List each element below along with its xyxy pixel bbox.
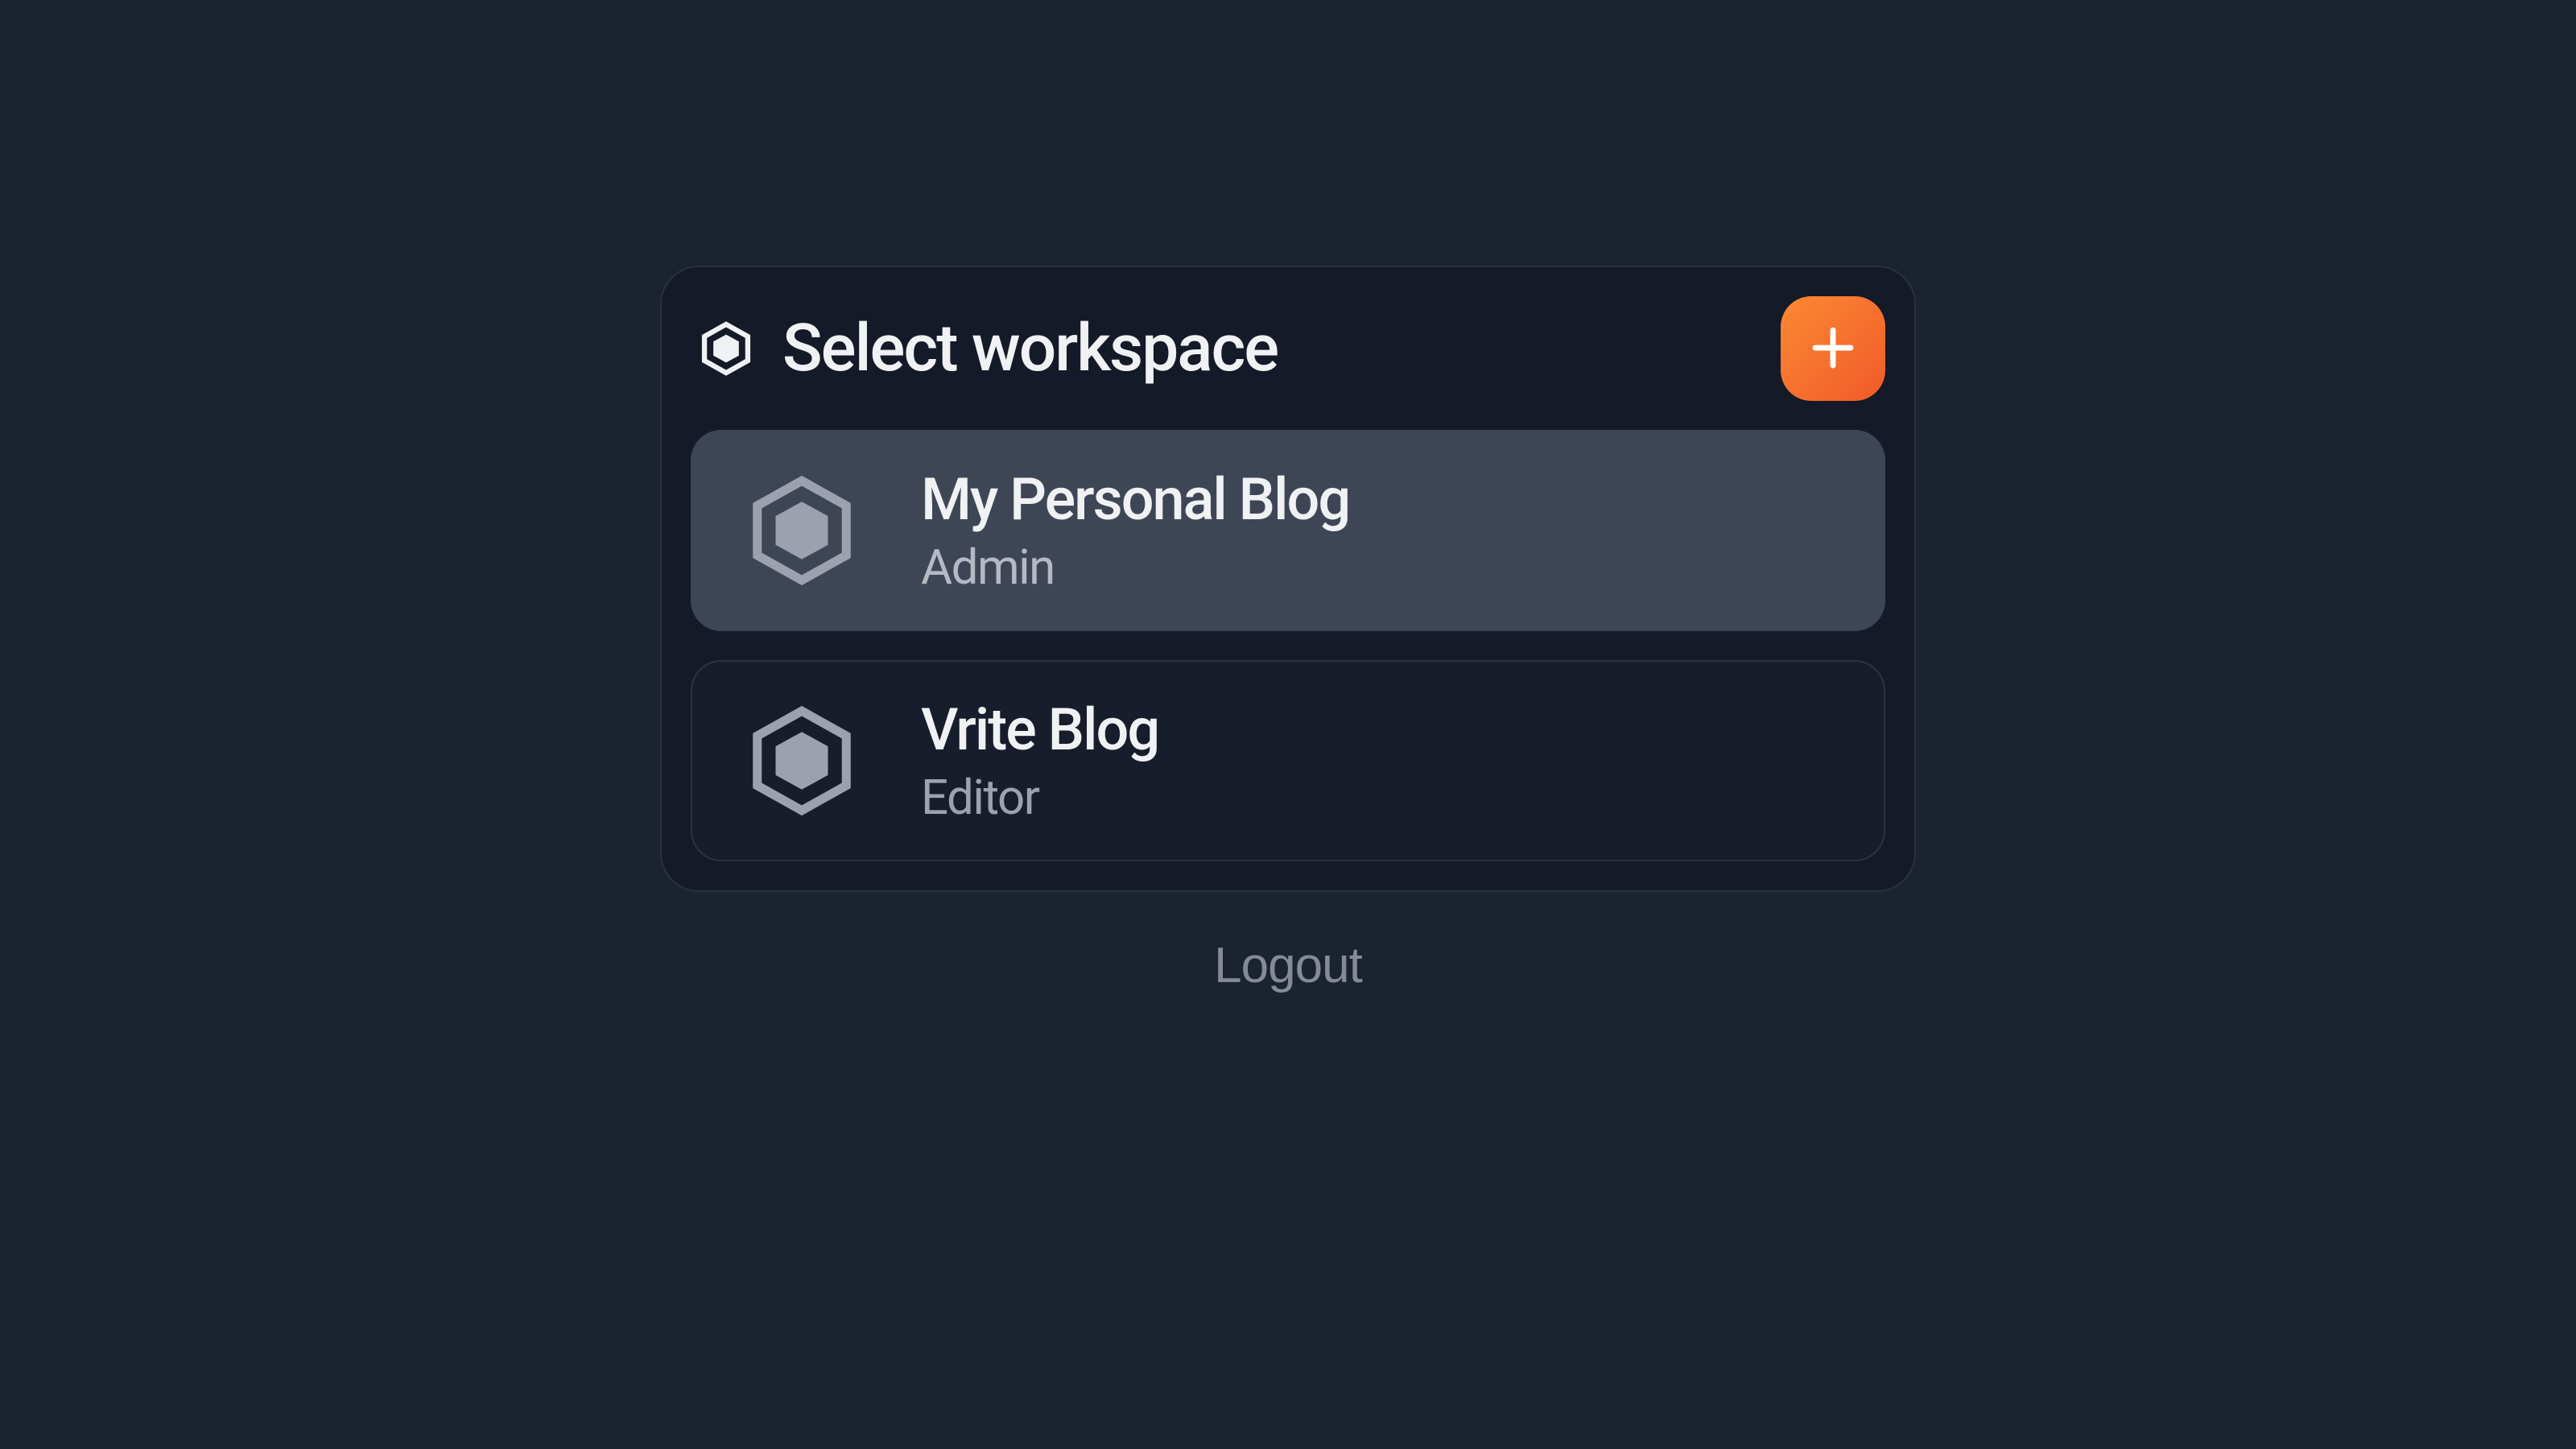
modal-header-left: Select workspace	[696, 310, 1278, 387]
modal-title: Select workspace	[782, 310, 1278, 387]
plus-icon	[1806, 321, 1860, 377]
workspace-name: Vrite Blog	[921, 696, 1158, 764]
hexagon-icon	[739, 468, 865, 593]
workspace-role: Admin	[921, 539, 1349, 596]
modal-header: Select workspace	[691, 296, 1885, 430]
add-workspace-button[interactable]	[1781, 296, 1885, 401]
workspace-role: Editor	[921, 769, 1158, 826]
workspace-info: Vrite Blog Editor	[921, 696, 1158, 826]
hexagon-icon	[739, 698, 865, 824]
workspace-info: My Personal Blog Admin	[921, 465, 1349, 596]
workspace-item-vrite-blog[interactable]: Vrite Blog Editor	[691, 660, 1885, 861]
logout-button[interactable]: Logout	[1214, 937, 1362, 994]
workspace-list: My Personal Blog Admin Vrite Blog Editor	[691, 430, 1885, 861]
workspace-selector-modal: Select workspace My Personal Blog Admin	[660, 266, 1916, 892]
workspace-name: My Personal Blog	[921, 465, 1349, 534]
hexagon-icon	[696, 318, 757, 379]
workspace-item-my-personal-blog[interactable]: My Personal Blog Admin	[691, 430, 1885, 631]
